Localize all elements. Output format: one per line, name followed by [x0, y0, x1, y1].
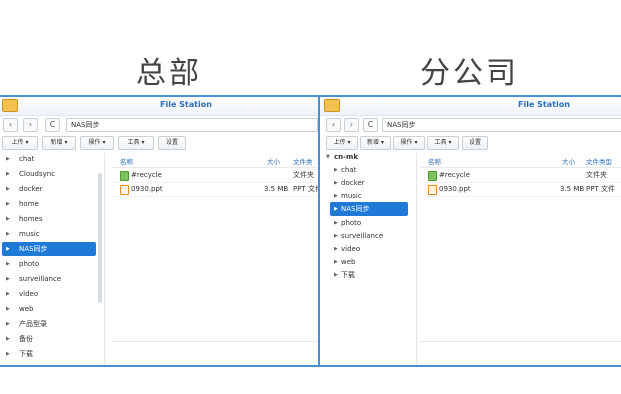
ppt-file-icon: [428, 185, 437, 195]
tools-button[interactable]: 工具 ▾: [118, 136, 154, 150]
file-row[interactable]: #recycle 文件夹: [420, 169, 621, 183]
sidebar-item-music[interactable]: ▶ music: [320, 189, 416, 203]
forward-button[interactable]: ›: [23, 118, 38, 132]
back-button[interactable]: ‹: [3, 118, 18, 132]
sidebar-item-nas-sync[interactable]: ▶ NAS同步: [330, 202, 408, 216]
sidebar-item-nas-sync[interactable]: ▶ NAS同步: [2, 242, 96, 256]
sidebar-item-catalog[interactable]: ▶ 产品型录: [0, 317, 104, 331]
sidebar-item-docker[interactable]: ▶ docker: [320, 176, 416, 190]
chevron-left-icon: ‹: [331, 120, 336, 129]
tools-button[interactable]: 工具 ▾: [427, 136, 459, 150]
sidebar-item-video[interactable]: ▶ video: [0, 287, 104, 301]
action-button[interactable]: 操作 ▾: [393, 136, 425, 150]
recycle-folder-icon: [428, 171, 437, 181]
tree-root-cn-mk[interactable]: ▼ cn-mk: [320, 150, 416, 164]
file-list-footer-divider: [420, 341, 621, 342]
path-input[interactable]: NAS同步: [66, 118, 318, 132]
sidebar-item-docker[interactable]: ▶ docker: [0, 182, 104, 196]
file-list-footer-divider: [112, 341, 318, 342]
column-type[interactable]: 文件类型: [586, 156, 612, 166]
sidebar-item-download[interactable]: ▶ 下载: [0, 347, 104, 361]
chevron-left-icon: ‹: [8, 120, 13, 129]
file-list-header: 名称 大小 文件类型: [420, 155, 621, 168]
file-row[interactable]: 0930.ppt 3.5 MB PPT 文件: [420, 183, 621, 197]
sidebar-item-chat[interactable]: ▶ chat: [320, 163, 416, 177]
refresh-button[interactable]: C: [45, 118, 60, 132]
action-button[interactable]: 操作 ▾: [80, 136, 114, 150]
refresh-icon: C: [367, 120, 374, 129]
sidebar-scrollbar[interactable]: [98, 173, 102, 303]
sidebar-item-chat[interactable]: ▶ chat: [0, 152, 104, 166]
sidebar-item-surveillance[interactable]: ▶ surveillance: [0, 272, 104, 286]
branch-window-title: File Station: [518, 100, 570, 109]
chevron-right-icon: ›: [28, 120, 33, 129]
sidebar-item-home[interactable]: ▶ home: [0, 197, 104, 211]
branch-folder-tree: ▼ cn-mk ▶ chat ▶ docker ▶ music ▶ NAS同步 ▶ phot…: [320, 153, 417, 365]
new-button[interactable]: 新增 ▾: [360, 136, 391, 150]
branch-titlebar: File Station: [320, 97, 621, 116]
hq-folder-tree: ▶ chat ▶ Cloudsync ▶ docker ▶ home ▶ homes ▶ m…: [0, 153, 105, 365]
sidebar-item-photo[interactable]: ▶ photo: [320, 216, 416, 230]
hq-file-station-window: File Station ‹ › C NAS同步 上传 ▾ 新增 ▾ 操作 ▾ …: [0, 95, 319, 367]
refresh-button[interactable]: C: [363, 118, 378, 132]
sidebar-item-cloudsync[interactable]: ▶ Cloudsync: [0, 167, 104, 181]
column-name[interactable]: 名称: [120, 156, 133, 166]
sidebar-item-web[interactable]: ▶ web: [0, 302, 104, 316]
new-button[interactable]: 新增 ▾: [42, 136, 76, 150]
branch-navbar: ‹ › C NAS同步: [320, 116, 621, 134]
refresh-icon: C: [49, 120, 56, 129]
sidebar-item-download[interactable]: ▶ 下载: [320, 268, 416, 282]
chevron-right-icon: ›: [349, 120, 354, 129]
sidebar-item-video[interactable]: ▶ video: [320, 242, 416, 256]
ppt-file-icon: [120, 185, 129, 195]
settings-button[interactable]: 设置: [462, 136, 488, 150]
column-type[interactable]: 文件类: [293, 156, 313, 166]
hq-window-title: File Station: [160, 100, 212, 109]
hq-titlebar: File Station: [0, 97, 318, 116]
branch-file-list: 名称 大小 文件类型 #recycle 文件夹 0930.ppt 3.5 MB …: [420, 153, 621, 365]
column-name[interactable]: 名称: [428, 156, 441, 166]
sidebar-item-surveillance[interactable]: ▶ surveillance: [320, 229, 416, 243]
hq-navbar: ‹ › C NAS同步: [0, 116, 318, 134]
sidebar-item-homes[interactable]: ▶ homes: [0, 212, 104, 226]
upload-button[interactable]: 上传 ▾: [326, 136, 358, 150]
column-size[interactable]: 大小: [562, 156, 575, 166]
sidebar-item-web[interactable]: ▶ web: [320, 255, 416, 269]
path-input[interactable]: NAS同步: [382, 118, 621, 132]
recycle-folder-icon: [120, 171, 129, 181]
branch-toolbar: 上传 ▾ 新增 ▾ 操作 ▾ 工具 ▾ 设置: [320, 135, 621, 151]
sidebar-item-backup[interactable]: ▶ 备份: [0, 332, 104, 346]
file-row[interactable]: 0930.ppt 3.5 MB PPT 文件: [112, 183, 318, 197]
back-button[interactable]: ‹: [326, 118, 341, 132]
file-row[interactable]: #recycle 文件夹: [112, 169, 318, 183]
branch-caption: 分公司: [420, 56, 519, 91]
forward-button[interactable]: ›: [344, 118, 359, 132]
upload-button[interactable]: 上传 ▾: [2, 136, 38, 150]
hq-toolbar: 上传 ▾ 新增 ▾ 操作 ▾ 工具 ▾ 设置: [0, 135, 318, 151]
hq-file-list: 名称 大小 文件类 #recycle 文件夹 0930.ppt 3.5 MB P…: [112, 153, 318, 365]
settings-button[interactable]: 设置: [158, 136, 186, 150]
sidebar-item-photo[interactable]: ▶ photo: [0, 257, 104, 271]
branch-file-station-window: File Station ‹ › C NAS同步 上传 ▾ 新增 ▾ 操作 ▾ …: [318, 95, 621, 367]
sidebar-item-music[interactable]: ▶ music: [0, 227, 104, 241]
hq-caption: 总部: [136, 56, 202, 91]
column-size[interactable]: 大小: [267, 156, 280, 166]
file-list-header: 名称 大小 文件类: [112, 155, 318, 168]
